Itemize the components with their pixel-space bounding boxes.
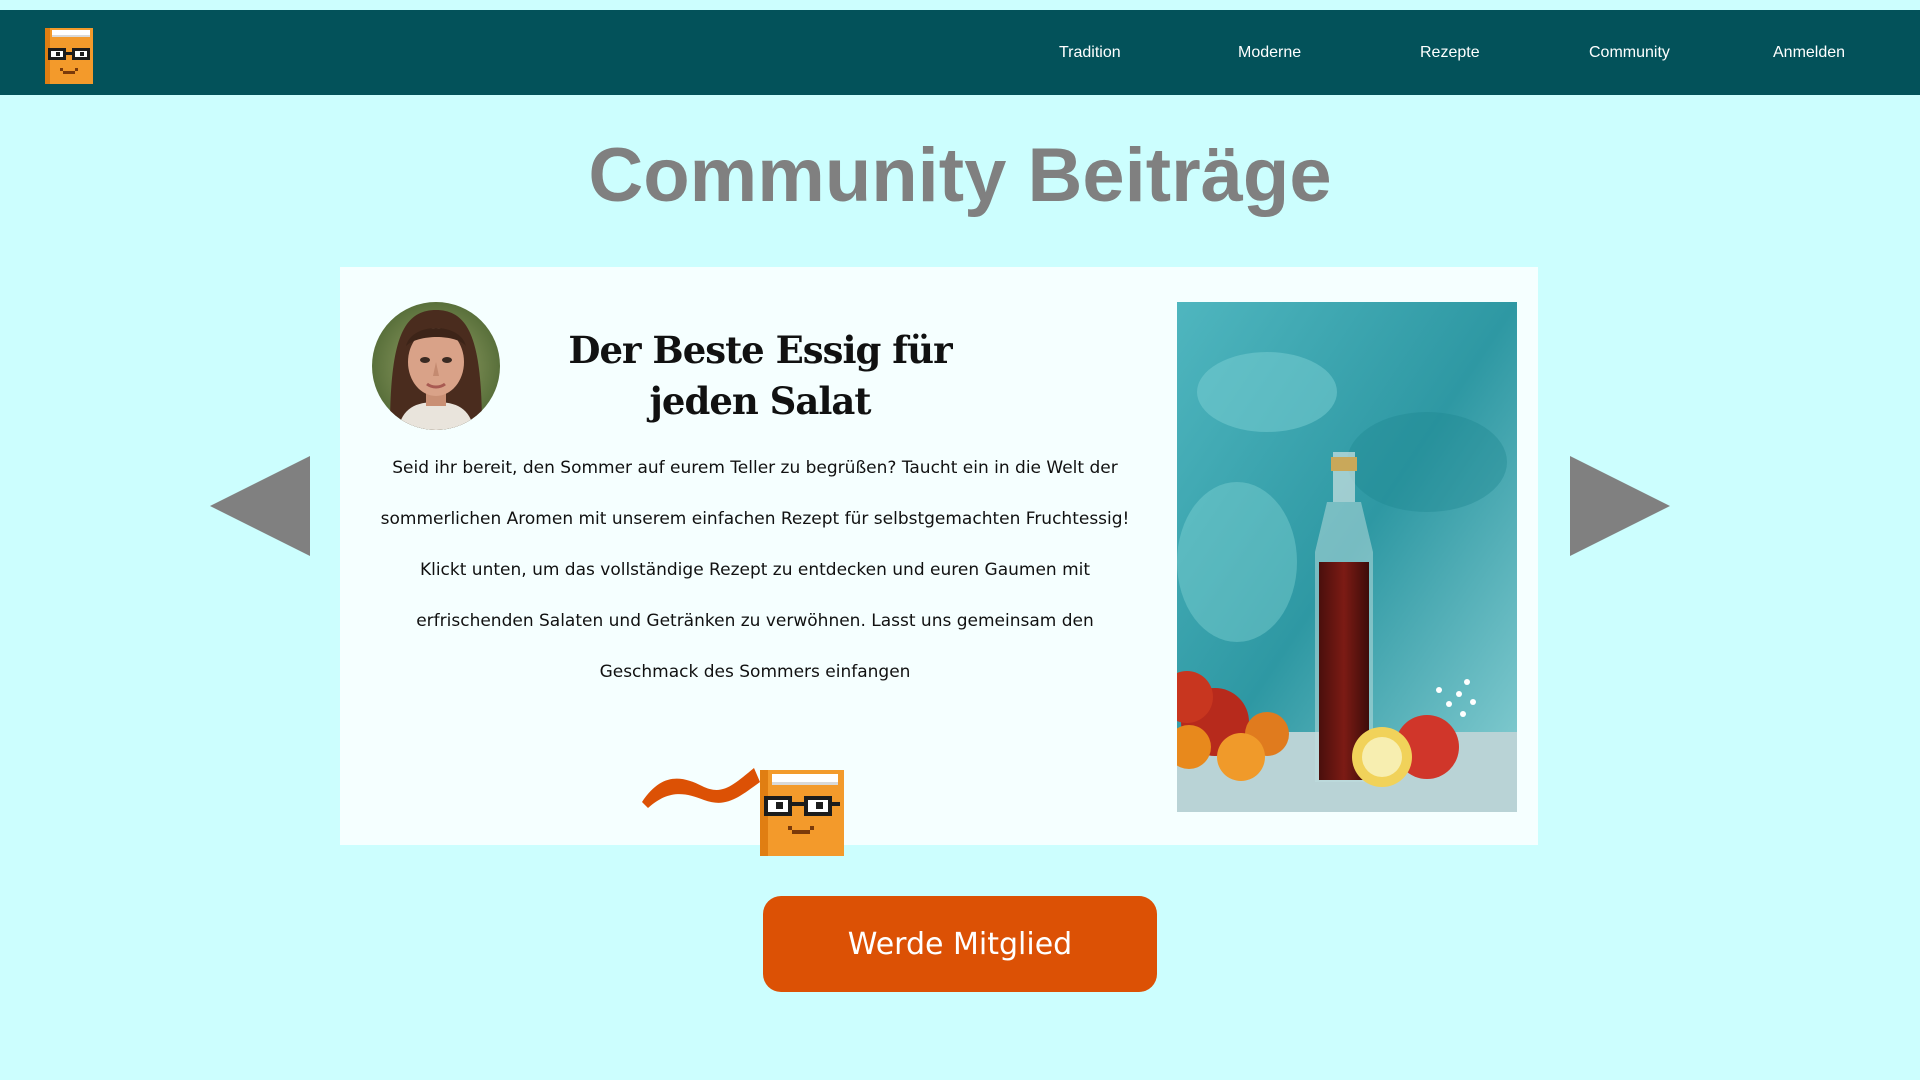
vinegar-bottle-photo xyxy=(1177,302,1517,812)
page-title: Community Beiträge xyxy=(588,133,1332,218)
nav-link-moderne[interactable]: Moderne xyxy=(1238,10,1301,95)
book-mascot-icon xyxy=(642,768,844,856)
nav-link-anmelden[interactable]: Anmelden xyxy=(1773,10,1845,95)
top-navigation-bar: Tradition Moderne Rezepte Community Anme… xyxy=(0,10,1920,95)
join-button[interactable]: Werde Mitglied xyxy=(763,896,1157,992)
nav-link-community[interactable]: Community xyxy=(1589,10,1670,95)
triangle-left-icon[interactable] xyxy=(210,456,310,556)
post-body-text: Seid ihr bereit, den Sommer auf eurem Te… xyxy=(380,458,1130,682)
post-title: Der Beste Essig für jeden Salat xyxy=(568,328,952,423)
triangle-right-icon[interactable] xyxy=(1570,456,1670,556)
community-post-card: Der Beste Essig für jeden Salat Seid ihr… xyxy=(340,267,1538,856)
nav-link-tradition[interactable]: Tradition xyxy=(1059,10,1121,95)
book-mascot-icon[interactable] xyxy=(42,26,98,86)
author-avatar[interactable] xyxy=(372,302,500,430)
nav-link-rezepte[interactable]: Rezepte xyxy=(1420,10,1480,95)
